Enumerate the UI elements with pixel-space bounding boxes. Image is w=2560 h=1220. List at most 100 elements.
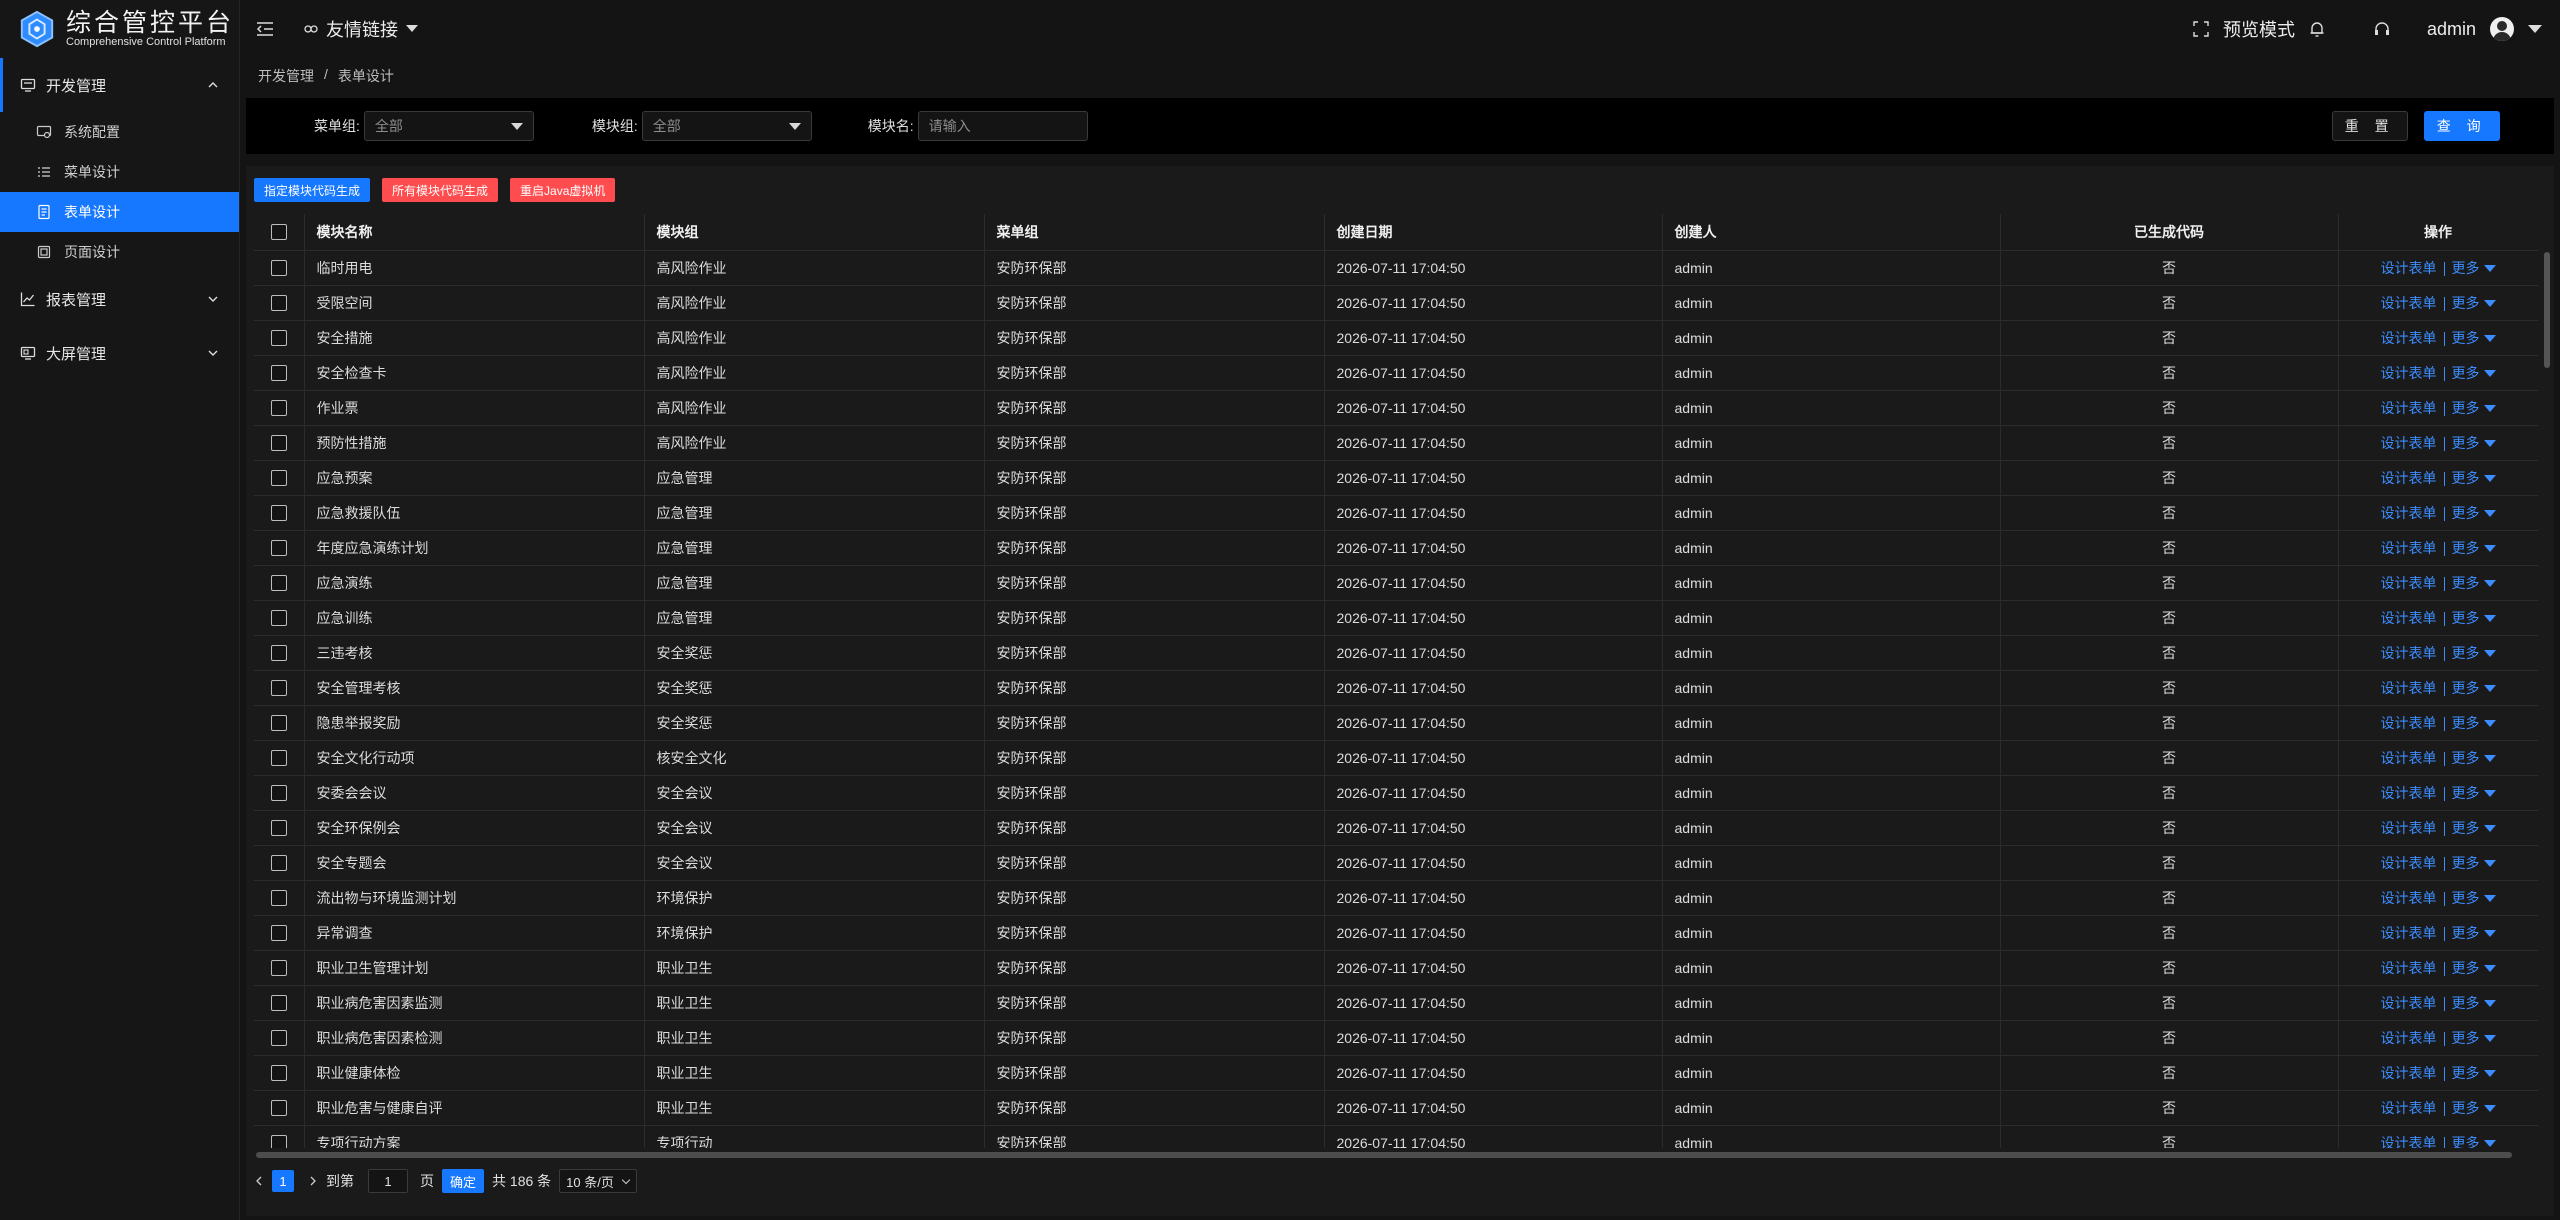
logo[interactable]: 综合管控平台 Comprehensive Control Platform [0, 0, 239, 58]
bell-icon[interactable] [2309, 20, 2325, 38]
more-dropdown-link[interactable]: 更多 [2452, 1065, 2496, 1081]
menu-group-select[interactable]: 全部 [363, 111, 534, 141]
menu-group-dev[interactable]: 开发管理 [0, 58, 239, 112]
prev-page-icon[interactable] [254, 1176, 264, 1186]
design-form-link[interactable]: 设计表单 [2381, 1030, 2437, 1046]
row-checkbox[interactable] [270, 435, 287, 452]
design-form-link[interactable]: 设计表单 [2381, 680, 2437, 696]
design-form-link[interactable]: 设计表单 [2381, 470, 2437, 486]
design-form-link[interactable]: 设计表单 [2381, 1100, 2437, 1116]
query-button[interactable]: 查 询 [2423, 111, 2500, 141]
design-form-link[interactable]: 设计表单 [2381, 925, 2437, 941]
page-number-current[interactable]: 1 [272, 1170, 294, 1192]
sidebar-item-system-config[interactable]: 系统配置 [0, 112, 239, 152]
col-header[interactable]: 已生成代码 [2000, 214, 2339, 251]
caret-down-icon[interactable] [2528, 24, 2542, 34]
horizontal-scrollbar[interactable] [256, 1152, 2512, 1158]
row-checkbox[interactable] [270, 960, 287, 977]
breadcrumb-item[interactable]: 开发管理 [258, 66, 314, 86]
sidebar-item-menu-design[interactable]: 菜单设计 [0, 152, 239, 192]
design-form-link[interactable]: 设计表单 [2381, 645, 2437, 661]
design-form-link[interactable]: 设计表单 [2381, 365, 2437, 381]
more-dropdown-link[interactable]: 更多 [2452, 610, 2496, 626]
row-checkbox[interactable] [270, 1030, 287, 1047]
goto-page-input[interactable]: 1 [368, 1169, 408, 1193]
design-form-link[interactable]: 设计表单 [2381, 890, 2437, 906]
more-dropdown-link[interactable]: 更多 [2452, 715, 2496, 731]
headset-icon[interactable] [2373, 20, 2391, 38]
goto-confirm-button[interactable]: 确定 [442, 1169, 485, 1193]
page-size-select[interactable]: 10 条/页 [559, 1169, 637, 1193]
more-dropdown-link[interactable]: 更多 [2452, 435, 2496, 451]
user-avatar[interactable] [2490, 17, 2514, 41]
more-dropdown-link[interactable]: 更多 [2452, 645, 2496, 661]
more-dropdown-link[interactable]: 更多 [2452, 925, 2496, 941]
more-dropdown-link[interactable]: 更多 [2452, 1030, 2496, 1046]
row-checkbox[interactable] [270, 715, 287, 732]
more-dropdown-link[interactable]: 更多 [2452, 575, 2496, 591]
more-dropdown-link[interactable]: 更多 [2452, 680, 2496, 696]
restart-jvm-button[interactable]: 重启Java虚拟机 [510, 178, 616, 202]
more-dropdown-link[interactable]: 更多 [2452, 890, 2496, 906]
more-dropdown-link[interactable]: 更多 [2452, 1135, 2496, 1148]
row-checkbox[interactable] [270, 470, 287, 487]
friend-link-dropdown[interactable]: 友情链接 [304, 16, 418, 42]
col-header[interactable]: 模块组 [644, 214, 985, 251]
row-checkbox[interactable] [270, 505, 287, 522]
more-dropdown-link[interactable]: 更多 [2452, 855, 2496, 871]
row-checkbox[interactable] [270, 750, 287, 767]
more-dropdown-link[interactable]: 更多 [2452, 750, 2496, 766]
row-checkbox[interactable] [270, 365, 287, 382]
row-checkbox[interactable] [270, 855, 287, 872]
row-checkbox[interactable] [270, 995, 287, 1012]
generate-all-button[interactable]: 所有模块代码生成 [382, 178, 499, 202]
module-group-select[interactable]: 全部 [641, 111, 812, 141]
design-form-link[interactable]: 设计表单 [2381, 435, 2437, 451]
more-dropdown-link[interactable]: 更多 [2452, 820, 2496, 836]
col-header[interactable]: 创建人 [1662, 214, 2001, 251]
row-checkbox[interactable] [270, 260, 287, 277]
more-dropdown-link[interactable]: 更多 [2452, 365, 2496, 381]
row-checkbox[interactable] [270, 1100, 287, 1117]
row-checkbox[interactable] [270, 400, 287, 417]
more-dropdown-link[interactable]: 更多 [2452, 470, 2496, 486]
generate-selected-button[interactable]: 指定模块代码生成 [254, 178, 371, 202]
row-checkbox[interactable] [270, 295, 287, 312]
row-checkbox[interactable] [270, 575, 287, 592]
row-checkbox[interactable] [270, 925, 287, 942]
design-form-link[interactable]: 设计表单 [2381, 855, 2437, 871]
more-dropdown-link[interactable]: 更多 [2452, 785, 2496, 801]
design-form-link[interactable]: 设计表单 [2381, 1135, 2437, 1149]
sidebar-item-page-design[interactable]: 页面设计 [0, 232, 239, 272]
row-checkbox[interactable] [270, 330, 287, 347]
row-checkbox[interactable] [270, 645, 287, 662]
row-checkbox[interactable] [270, 1065, 287, 1082]
menu-group-report[interactable]: 报表管理 [0, 272, 239, 326]
design-form-link[interactable]: 设计表单 [2381, 1065, 2437, 1081]
design-form-link[interactable]: 设计表单 [2381, 260, 2437, 276]
design-form-link[interactable]: 设计表单 [2381, 750, 2437, 766]
more-dropdown-link[interactable]: 更多 [2452, 540, 2496, 556]
design-form-link[interactable]: 设计表单 [2381, 330, 2437, 346]
more-dropdown-link[interactable]: 更多 [2452, 995, 2496, 1011]
more-dropdown-link[interactable]: 更多 [2452, 260, 2496, 276]
sidebar-item-form-design[interactable]: 表单设计 [0, 192, 239, 232]
design-form-link[interactable]: 设计表单 [2381, 995, 2437, 1011]
preview-mode-toggle[interactable]: 预览模式 [2223, 16, 2295, 42]
col-header[interactable]: 模块名称 [304, 214, 645, 251]
fullscreen-icon[interactable] [2193, 21, 2209, 37]
user-name[interactable]: admin [2427, 19, 2476, 40]
more-dropdown-link[interactable]: 更多 [2452, 295, 2496, 311]
reset-button[interactable]: 重 置 [2331, 111, 2408, 141]
menu-fold-icon[interactable] [256, 21, 274, 37]
design-form-link[interactable]: 设计表单 [2381, 400, 2437, 416]
design-form-link[interactable]: 设计表单 [2381, 505, 2437, 521]
row-checkbox[interactable] [270, 540, 287, 557]
design-form-link[interactable]: 设计表单 [2381, 715, 2437, 731]
more-dropdown-link[interactable]: 更多 [2452, 960, 2496, 976]
more-dropdown-link[interactable]: 更多 [2452, 330, 2496, 346]
col-header[interactable]: 创建日期 [1324, 214, 1663, 251]
row-checkbox[interactable] [270, 890, 287, 907]
design-form-link[interactable]: 设计表单 [2381, 610, 2437, 626]
next-page-icon[interactable] [308, 1176, 318, 1186]
